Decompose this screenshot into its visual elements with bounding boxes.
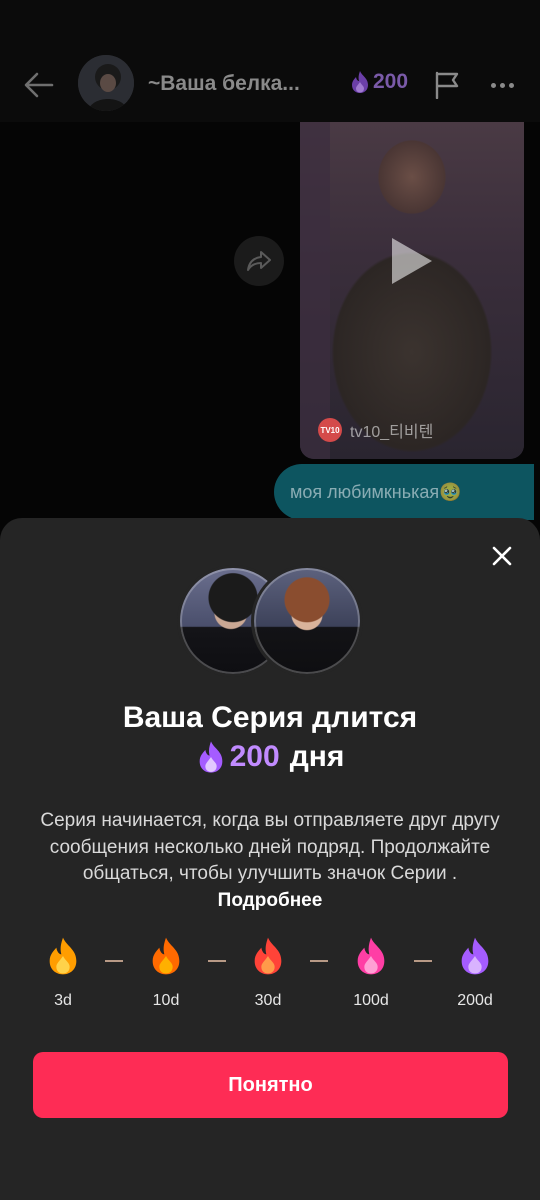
milestone-200d: 200d (445, 936, 505, 1010)
streak-milestones: 3d 10d 30d 100d 200d (0, 936, 540, 1016)
message-bubble[interactable]: моя любимкнькая🥹 (274, 464, 534, 520)
milestone-10d: 10d (136, 936, 196, 1010)
chat-avatar[interactable] (78, 55, 134, 111)
milestone-connector (208, 960, 226, 962)
milestone-label: 200d (457, 992, 493, 1009)
sheet-title: Ваша Серия длится (122, 701, 418, 734)
description-text: Серия начинается, когда вы отправляете д… (40, 810, 500, 884)
got-it-label: Понятно (228, 1073, 313, 1096)
chat-title[interactable]: ~Ваша белка... (148, 72, 338, 96)
purple-flame-icon (199, 741, 222, 773)
video-watermark: TV10 tv10_티비텐 (318, 418, 433, 442)
report-button[interactable] (430, 68, 464, 102)
flame-icon (357, 937, 385, 975)
share-button[interactable] (234, 236, 284, 286)
video-thumbnail (300, 122, 524, 459)
back-button[interactable] (20, 66, 58, 104)
close-icon (492, 546, 512, 566)
message-text: моя любимкнькая🥹 (290, 481, 462, 502)
participant-avatar (251, 565, 363, 677)
milestone-connector (310, 960, 328, 962)
flame-icon (461, 937, 489, 975)
got-it-button[interactable]: Понятно (33, 1052, 508, 1118)
more-horizontal-icon-dot (499, 82, 505, 88)
purple-flame-icon (352, 71, 368, 93)
arrow-left-icon (24, 72, 54, 98)
milestone-100d: 100d (341, 936, 401, 1010)
milestone-30d: 30d (238, 936, 298, 1010)
streak-participants (177, 565, 363, 677)
header-streak-badge[interactable]: 200 (350, 70, 408, 94)
share-forward-icon (247, 251, 271, 271)
chat-header: ~Ваша белка... 200 (0, 0, 540, 122)
milestone-connector (414, 960, 432, 962)
streak-sheet: Ваша Серия длится 200 дня Серия начинает… (0, 518, 540, 1200)
watermark-logo: TV10 (318, 418, 342, 442)
avatar-image (78, 55, 134, 111)
flame-icon (152, 937, 180, 975)
streak-description: Серия начинается, когда вы отправляете д… (36, 808, 504, 914)
more-options-button[interactable] (484, 70, 520, 100)
streak-count: 200 (229, 740, 280, 773)
milestone-3d: 3d (33, 936, 93, 1010)
flag-icon (435, 71, 459, 99)
learn-more-link[interactable]: Подробнее (218, 890, 323, 911)
flame-icon (254, 937, 282, 975)
close-button[interactable] (484, 538, 520, 574)
video-message[interactable]: TV10 tv10_티비텐 (300, 122, 524, 459)
watermark-text: tv10_티비텐 (350, 424, 434, 441)
chat-messages[interactable]: TV10 tv10_티비텐 моя любимкнькая🥹 (0, 122, 540, 542)
milestone-connector (105, 960, 123, 962)
flame-icon (49, 937, 77, 975)
streak-unit: дня (289, 740, 345, 773)
milestone-label: 100d (353, 992, 389, 1009)
milestone-label: 3d (54, 992, 72, 1009)
play-icon[interactable] (392, 238, 432, 284)
streak-duration: 200 дня (0, 740, 540, 774)
header-streak-count: 200 (373, 70, 409, 93)
milestone-label: 30d (254, 992, 282, 1009)
milestone-label: 10d (152, 992, 180, 1009)
video-thumbnail-edge (300, 122, 330, 459)
more-horizontal-icon-dot (508, 82, 514, 88)
more-horizontal-icon (490, 82, 496, 88)
